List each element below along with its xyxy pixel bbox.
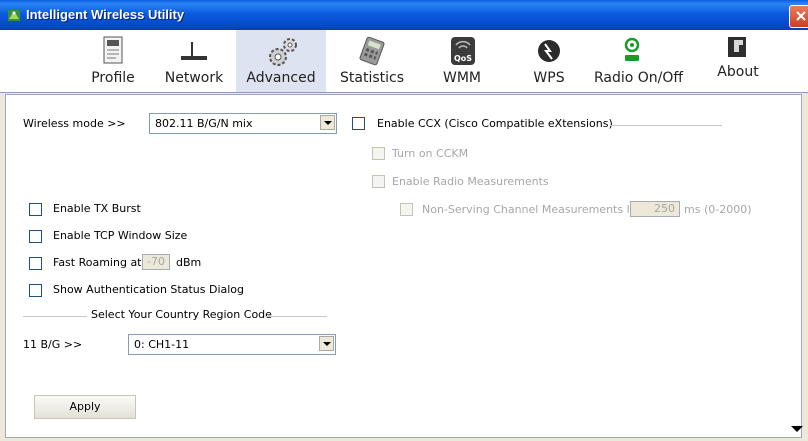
tab-wmm[interactable]: QoS WMM [424,30,500,92]
tab-about[interactable]: About [708,30,768,92]
fast-roaming-input[interactable]: -70 [142,254,170,270]
network-icon [181,42,207,60]
tab-radio-onoff[interactable]: Radio On/Off [594,30,684,92]
ccx-divider [610,125,722,126]
radio-measurements-label: Enable Radio Measurements [392,175,549,188]
title-bar[interactable]: Intelligent Wireless Utility [0,0,808,30]
fast-roaming-unit: dBm [176,256,202,269]
wireless-mode-label: Wireless mode >> [23,117,126,130]
wps-icon [538,40,560,62]
apply-button[interactable]: Apply [34,395,136,419]
non-serving-checkbox[interactable] [400,203,413,216]
fast-roaming-checkbox[interactable] [29,257,42,270]
region-divider-left [23,316,87,317]
tab-network-label: Network [164,70,224,86]
region-value: 0: CH1-11 [134,338,190,351]
tx-burst-label: Enable TX Burst [53,202,141,215]
close-button[interactable] [789,5,808,28]
ccx-checkbox[interactable] [352,117,365,130]
chevron-down-icon[interactable] [319,336,334,351]
chevron-down-icon[interactable] [320,115,335,130]
radio-icon [624,37,640,61]
non-serving-label: Non-Serving Channel Measurements limit [422,203,651,216]
tab-wps[interactable]: WPS [512,30,586,92]
ccx-label: Enable CCX (Cisco Compatible eXtensions) [377,117,613,130]
country-region-title: Select Your Country Region Code [91,308,272,321]
region-select[interactable]: 0: CH1-11 [128,334,336,355]
about-icon [728,37,746,57]
profile-icon [103,36,123,64]
statistics-icon [359,36,385,66]
non-serving-input[interactable]: 250 [630,201,680,217]
tab-wps-label: WPS [533,70,565,86]
advanced-panel: Wireless mode >> 802.11 B/G/N mix Enable… [5,94,802,438]
auth-dialog-checkbox[interactable] [29,284,42,297]
tab-statistics-label: Statistics [340,70,404,86]
toolbar: Profile Network Advanced Statistics QoS … [0,30,808,93]
window-title: Intelligent Wireless Utility [26,7,185,22]
tab-network[interactable]: Network [154,30,234,92]
region-divider-right [265,316,327,317]
auth-dialog-label: Show Authentication Status Dialog [53,283,245,296]
region-label: 11 B/G >> [23,338,83,351]
gears-icon [269,38,297,66]
svg-text:QoS: QoS [454,54,472,63]
utility-window: Intelligent Wireless Utility Profile Net… [0,0,808,441]
tab-radio-onoff-label: Radio On/Off [594,70,684,86]
qos-icon: QoS [451,37,475,65]
wireless-mode-select[interactable]: 802.11 B/G/N mix [149,113,337,134]
close-icon [796,11,806,21]
tcp-window-checkbox[interactable] [29,230,42,243]
non-serving-unit: ms (0-2000) [684,203,752,216]
tab-profile-label: Profile [91,70,135,86]
fast-roaming-label: Fast Roaming at [53,256,142,269]
tab-advanced[interactable]: Advanced [236,30,326,92]
wireless-mode-value: 802.11 B/G/N mix [155,117,253,130]
radio-measurements-checkbox[interactable] [372,175,385,188]
tab-profile[interactable]: Profile [70,30,156,92]
scroll-down-icon[interactable] [791,426,803,432]
cckm-label: Turn on CCKM [392,147,469,160]
tab-wmm-label: WMM [442,70,481,86]
tx-burst-checkbox[interactable] [29,203,42,216]
tcp-window-label: Enable TCP Window Size [53,229,188,242]
tab-statistics[interactable]: Statistics [330,30,414,92]
tab-advanced-label: Advanced [246,70,316,86]
app-icon [6,7,22,27]
cckm-checkbox[interactable] [372,147,385,160]
tab-about-label: About [717,64,759,80]
